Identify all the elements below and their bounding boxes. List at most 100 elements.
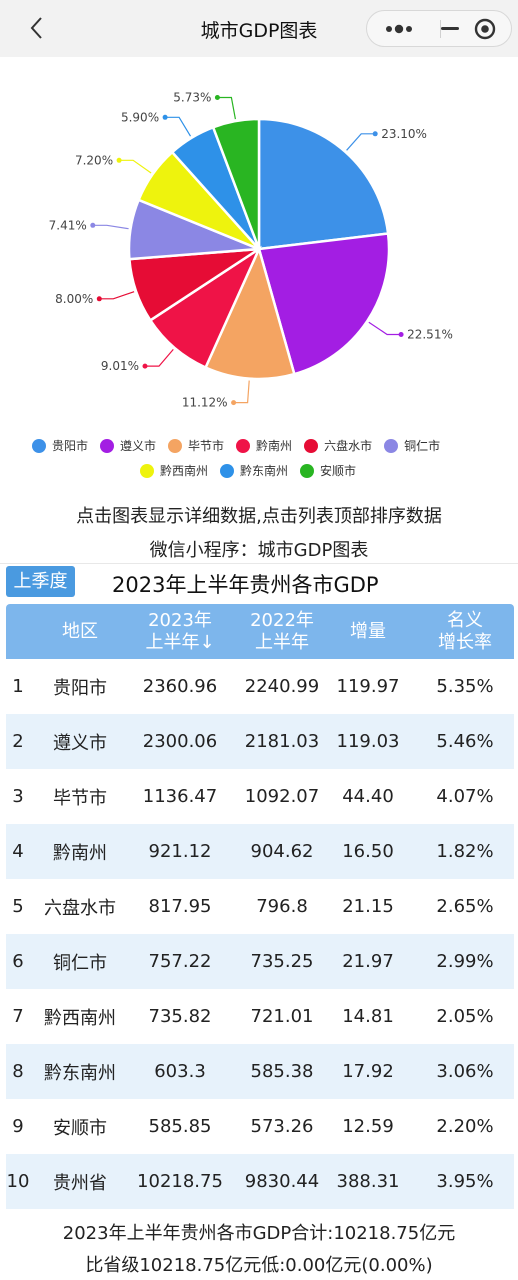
table-header: 地区 2023年 上半年↓ 2022年 上半年 增量 名义 增长率 — [6, 604, 514, 659]
legend-swatch — [168, 438, 183, 453]
total-summary: 2023年上半年贵州各市GDP合计:10218.75亿元 — [62, 1223, 456, 1244]
leader-line — [368, 321, 402, 336]
legend-item[interactable]: 黔东南州 — [220, 462, 288, 479]
legend-item[interactable]: 黔西南州 — [140, 462, 208, 479]
cell-rank: 2 — [12, 731, 24, 752]
leader-dot — [162, 114, 168, 120]
leader-line — [233, 380, 250, 404]
legend-swatch — [300, 463, 315, 478]
pie-chart-svg[interactable]: 23.10% 22.51% 11.12% 9.01% 8.00% 7.41% 7.20% 5.… — [0, 60, 518, 500]
province-comparison: 比省级10218.75亿元低:0.00亿元(0.00%) — [85, 1255, 433, 1276]
cell-rank: 1 — [12, 676, 24, 697]
legend-label: 铜仁市 — [404, 439, 441, 453]
leader-line — [119, 159, 152, 174]
table-row[interactable]: 6 铜仁市 757.22 735.25 21.97 2.99% — [6, 934, 514, 989]
leader-dot — [372, 131, 378, 137]
cell-region: 六盘水市 — [44, 897, 116, 919]
cell-growth: 4.07% — [436, 786, 494, 807]
close-button[interactable] — [465, 11, 513, 46]
legend-swatch — [140, 463, 154, 478]
cell-growth: 2.99% — [436, 951, 494, 972]
table-row[interactable]: 10 贵州省 10218.75 9830.44 388.31 3.95% — [6, 1154, 514, 1209]
legend-swatch — [220, 463, 235, 478]
leader-dot — [142, 363, 148, 369]
sort-down-icon: ↓ — [199, 631, 215, 653]
cell-growth: 5.35% — [436, 676, 494, 697]
cell-y2023: 603.3 — [154, 1061, 206, 1082]
cell-y2022: 2181.03 — [244, 731, 320, 752]
legend-label: 黔东南州 — [240, 464, 289, 478]
cell-y2022: 735.25 — [250, 951, 314, 972]
cell-growth: 2.20% — [436, 1116, 494, 1137]
more-dots-icon — [386, 24, 412, 34]
table-row[interactable]: 5 六盘水市 817.95 796.8 21.15 2.65% — [6, 879, 514, 934]
cell-growth: 3.06% — [436, 1061, 494, 1082]
cell-increase: 21.97 — [342, 951, 394, 972]
cell-y2022: 1092.07 — [244, 786, 320, 807]
legend-item[interactable]: 黔南州 — [236, 437, 292, 454]
table-row[interactable]: 1 贵阳市 2360.96 2240.99 119.97 5.35% — [6, 659, 514, 714]
table-row[interactable]: 4 黔南州 921.12 904.62 16.50 1.82% — [6, 824, 514, 879]
legend-label: 安顺市 — [320, 464, 357, 478]
cell-y2023: 757.22 — [148, 951, 212, 972]
legend-label: 遵义市 — [120, 439, 157, 453]
header-growth-rate[interactable]: 名义 增长率 — [416, 604, 514, 659]
cell-rank: 6 — [12, 951, 24, 972]
pie-slice[interactable] — [257, 117, 390, 251]
legend-item[interactable]: 遵义市 — [100, 437, 156, 454]
cell-region: 安顺市 — [53, 1117, 107, 1139]
cell-region: 遵义市 — [53, 732, 107, 754]
leader-dot — [96, 296, 102, 302]
cell-rank: 4 — [12, 841, 24, 862]
header-region[interactable]: 地区 — [40, 604, 120, 659]
cell-rank: 10 — [6, 1171, 30, 1192]
legend-item[interactable]: 安顺市 — [300, 462, 356, 479]
cell-y2023: 585.85 — [148, 1116, 212, 1137]
pie-chart[interactable]: 23.10% 22.51% 11.12% 9.01% 8.00% 7.41% 7.20% 5.… — [0, 60, 518, 500]
nav-bar: 城市GDP图表 — [0, 0, 518, 57]
hint-text: 点击图表显示详细数据,点击列表顶部排序数据 — [76, 506, 442, 527]
cell-y2022: 721.01 — [250, 1006, 314, 1027]
leader-line — [99, 291, 135, 300]
slice-label: 9.01% — [101, 359, 139, 373]
leader-dot — [398, 332, 404, 337]
cell-y2022: 573.26 — [250, 1116, 314, 1137]
legend-label: 黔南州 — [256, 439, 293, 453]
header-increase[interactable]: 增量 — [328, 604, 408, 659]
cell-growth: 5.46% — [436, 731, 494, 752]
cell-increase: 14.81 — [342, 1006, 394, 1027]
legend-item[interactable]: 贵阳市 — [32, 437, 88, 454]
mini-program-capsule — [366, 10, 512, 47]
cell-region: 毕节市 — [53, 787, 107, 809]
legend-row-2: 黔西南州 黔东南州 安顺市 — [140, 462, 368, 479]
legend-label: 黔西南州 — [160, 464, 209, 478]
table-title: 2023年上半年贵州各市GDP — [112, 573, 379, 597]
legend-label: 贵阳市 — [52, 439, 89, 453]
legend-swatch — [32, 438, 46, 453]
table-row[interactable]: 3 毕节市 1136.47 1092.07 44.40 4.07% — [6, 769, 514, 824]
table-row[interactable]: 7 黔西南州 735.82 721.01 14.81 2.05% — [6, 989, 514, 1044]
more-button[interactable] — [375, 11, 423, 46]
cell-y2023: 817.95 — [148, 896, 212, 917]
leader-dot — [214, 95, 220, 100]
slice-label: 22.51% — [407, 328, 453, 342]
previous-quarter-button[interactable]: 上季度 — [6, 566, 75, 597]
legend-item[interactable]: 铜仁市 — [384, 437, 440, 454]
table-row[interactable]: 2 遵义市 2300.06 2181.03 119.03 5.46% — [6, 714, 514, 769]
leader-dot — [231, 400, 237, 406]
cell-y2023: 1136.47 — [142, 786, 218, 807]
legend-swatch — [384, 438, 399, 453]
table-row[interactable]: 8 黔东南州 603.3 585.38 17.92 3.06% — [6, 1044, 514, 1099]
cell-region: 贵阳市 — [53, 677, 107, 699]
header-2023-h1[interactable]: 2023年 上半年↓ — [130, 604, 230, 659]
cell-increase: 17.92 — [342, 1061, 394, 1082]
legend-item[interactable]: 六盘水市 — [304, 437, 372, 454]
cell-rank: 9 — [12, 1116, 24, 1137]
slice-label: 5.73% — [173, 91, 211, 105]
legend-item[interactable]: 毕节市 — [168, 437, 224, 454]
slice-label: 5.90% — [121, 110, 159, 124]
table-row[interactable]: 9 安顺市 585.85 573.26 12.59 2.20% — [6, 1099, 514, 1154]
cell-y2023: 10218.75 — [137, 1171, 223, 1192]
cell-region: 铜仁市 — [53, 952, 107, 974]
header-2022-h1[interactable]: 2022年 上半年 — [232, 604, 332, 659]
